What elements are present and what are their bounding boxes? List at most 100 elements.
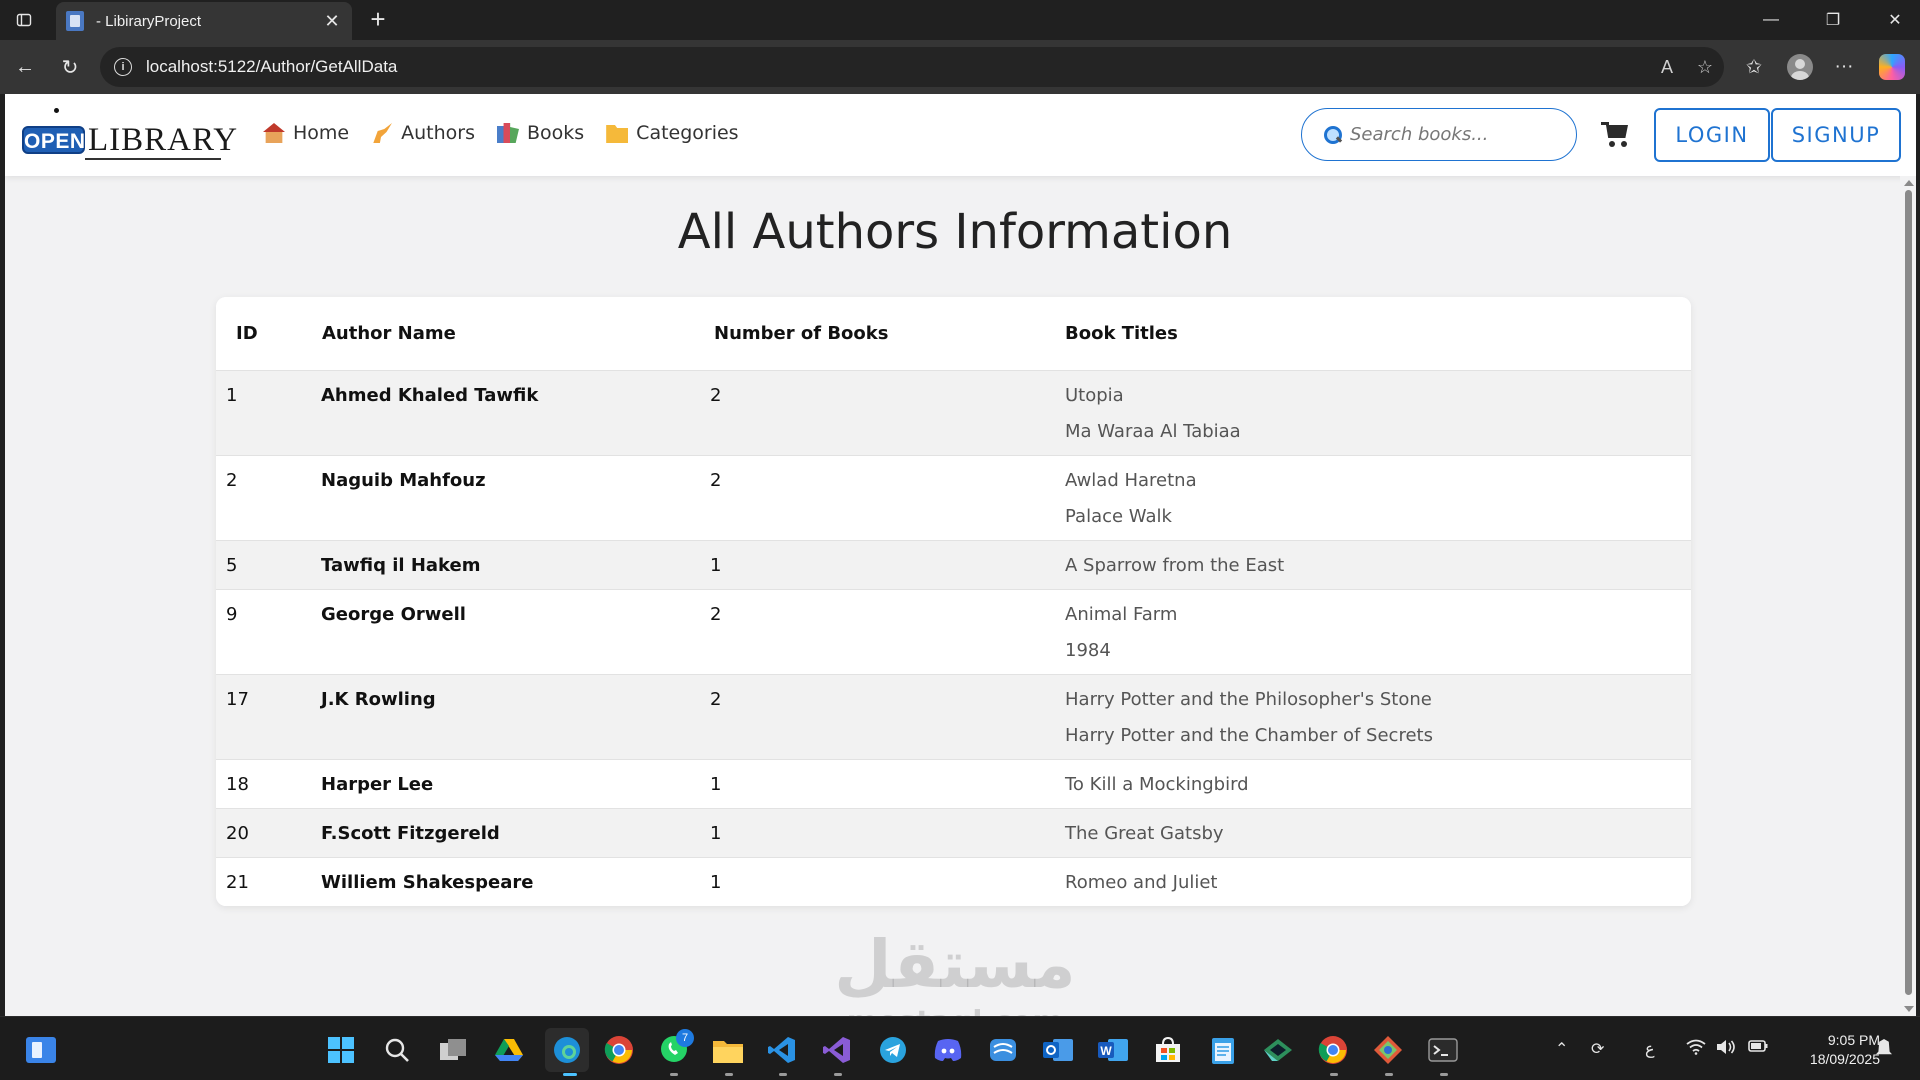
url-text[interactable]: localhost:5122/Author/GetAllData — [146, 57, 1648, 77]
file-explorer-icon[interactable] — [711, 1033, 745, 1067]
table-header-row: ID Author Name Number of Books Book Titl… — [216, 297, 1691, 370]
copilot-logo — [1879, 54, 1905, 80]
minimize-button[interactable]: — — [1751, 6, 1791, 34]
nav-authors[interactable]: Authors — [371, 122, 475, 144]
new-tab-button[interactable]: + — [364, 6, 392, 34]
telegram-icon[interactable] — [876, 1033, 910, 1067]
signup-button[interactable]: SIGNUP — [1771, 108, 1901, 162]
discord-icon[interactable] — [931, 1033, 965, 1067]
header-id: ID — [216, 297, 321, 370]
header-book-titles: Book Titles — [1065, 297, 1691, 370]
book-title: Utopia — [1065, 384, 1124, 406]
notepad-icon[interactable] — [1206, 1033, 1240, 1067]
cell-book-titles: Harry Potter and the Philosopher's Stone… — [1065, 673, 1691, 759]
microsoft-store-icon[interactable] — [1151, 1033, 1185, 1067]
cell-book-titles: Romeo and Juliet — [1065, 856, 1691, 906]
book-title: Awlad Haretna — [1065, 469, 1197, 491]
book-title: Harry Potter and the Philosopher's Stone — [1065, 688, 1432, 710]
vertical-scrollbar[interactable] — [1900, 176, 1916, 1016]
book-title: Ma Waraa Al Tabiaa — [1065, 420, 1241, 442]
sync-icon[interactable]: ⟳ — [1591, 1039, 1604, 1059]
nav-books[interactable]: Books — [496, 122, 585, 144]
site-logo[interactable]: OPEN LIBRARY — [22, 108, 237, 164]
tab-actions-icon[interactable] — [10, 8, 38, 32]
login-button[interactable]: LOGIN — [1654, 108, 1770, 162]
visual-studio-icon[interactable] — [820, 1033, 854, 1067]
cell-book-titles: Awlad Haretna Palace Walk — [1065, 454, 1691, 540]
clock-time: 9:05 PM — [1827, 1032, 1880, 1048]
clock-date: 18/09/2025 — [1809, 1051, 1880, 1067]
scroll-thumb[interactable] — [1905, 190, 1912, 995]
cell-author-id: 9 — [216, 588, 321, 674]
chrome-icon[interactable] — [602, 1033, 636, 1067]
google-drive-icon[interactable] — [492, 1033, 526, 1067]
vscode-icon[interactable] — [765, 1033, 799, 1067]
start-icon[interactable] — [324, 1033, 358, 1067]
close-window-button[interactable]: ✕ — [1875, 6, 1915, 34]
back-button[interactable]: ← — [10, 52, 40, 82]
volume-icon[interactable] — [1716, 1039, 1736, 1060]
chrome-second-icon[interactable] — [1316, 1033, 1350, 1067]
scroll-down-arrow-icon[interactable] — [1904, 1006, 1914, 1012]
close-tab-icon[interactable]: ✕ — [322, 11, 342, 32]
favorites-icon[interactable]: ✩ — [1738, 52, 1770, 82]
avatar — [1787, 54, 1813, 80]
nav-home[interactable]: Home — [263, 122, 349, 144]
cell-author-id: 18 — [216, 758, 321, 808]
task-view-icon[interactable] — [437, 1033, 471, 1067]
cell-book-titles: To Kill a Mockingbird — [1065, 758, 1691, 808]
edge-icon[interactable] — [545, 1028, 589, 1072]
search-icon — [1324, 125, 1342, 144]
widgets-icon[interactable] — [26, 1037, 56, 1063]
wifi-icon[interactable] — [1686, 1039, 1706, 1060]
tray-overflow-icon[interactable]: ⌃ — [1555, 1039, 1568, 1059]
read-aloud-icon[interactable]: A — [1648, 57, 1686, 78]
cell-book-titles: Utopia Ma Waraa Al Tabiaa — [1065, 369, 1691, 455]
page-favicon-icon — [66, 11, 84, 31]
battery-icon[interactable] — [1748, 1039, 1768, 1058]
folder-icon — [606, 125, 629, 143]
copilot-icon[interactable] — [1876, 52, 1908, 82]
cart-icon[interactable] — [1601, 120, 1631, 148]
maximize-button[interactable]: ❐ — [1813, 6, 1853, 34]
word-icon[interactable]: W — [1096, 1033, 1130, 1067]
system-clock[interactable]: 9:05 PM 18/09/2025 — [1786, 1031, 1880, 1069]
cell-number-of-books: 2 — [710, 673, 1065, 759]
table-row: 9 George Orwell 2 Animal Farm 1984 — [216, 588, 1691, 674]
search-box[interactable] — [1301, 108, 1577, 161]
nav-categories[interactable]: Categories — [606, 122, 739, 144]
main-nav: Home Authors Books Categories — [263, 122, 739, 144]
favorite-star-icon[interactable]: ☆ — [1686, 57, 1724, 78]
search-input[interactable] — [1350, 124, 1560, 145]
cell-number-of-books: 2 — [710, 369, 1065, 455]
header-number-of-books: Number of Books — [710, 297, 1065, 370]
cell-author-name: J.K Rowling — [321, 673, 710, 759]
language-indicator[interactable]: ع — [1645, 1039, 1655, 1059]
more-menu-icon[interactable]: ··· — [1828, 52, 1860, 82]
cell-book-titles: A Sparrow from the East — [1065, 539, 1691, 589]
house-icon — [263, 123, 285, 143]
cell-number-of-books: 1 — [710, 807, 1065, 857]
cell-author-id: 1 — [216, 369, 321, 455]
site-info-icon[interactable]: i — [114, 58, 132, 76]
book-title: The Great Gatsby — [1065, 822, 1224, 844]
header-author-name: Author Name — [321, 297, 710, 370]
books-icon — [496, 123, 519, 143]
cell-author-id: 20 — [216, 807, 321, 857]
cell-number-of-books: 2 — [710, 588, 1065, 674]
scroll-up-arrow-icon[interactable] — [1904, 180, 1914, 186]
whatsapp-badge: 7 — [676, 1029, 694, 1047]
profile-button[interactable] — [1784, 52, 1816, 82]
search-taskbar-icon[interactable] — [380, 1033, 414, 1067]
terminal-icon[interactable] — [1426, 1033, 1460, 1067]
app-green-icon[interactable] — [1261, 1033, 1295, 1067]
outlook-icon[interactable] — [1041, 1033, 1075, 1067]
table-row: 5 Tawfiq il Hakem 1 A Sparrow from the East — [216, 539, 1691, 589]
nav-books-label: Books — [526, 122, 585, 144]
azure-data-studio-icon[interactable] — [986, 1033, 1020, 1067]
browser-tab[interactable]: - LibiraryProject ✕ — [56, 2, 352, 40]
logo-hanger-dot — [54, 108, 59, 113]
sourcetree-icon[interactable] — [1371, 1033, 1405, 1067]
url-field[interactable]: i localhost:5122/Author/GetAllData A ☆ — [100, 47, 1724, 87]
reload-button[interactable]: ↻ — [55, 52, 85, 82]
